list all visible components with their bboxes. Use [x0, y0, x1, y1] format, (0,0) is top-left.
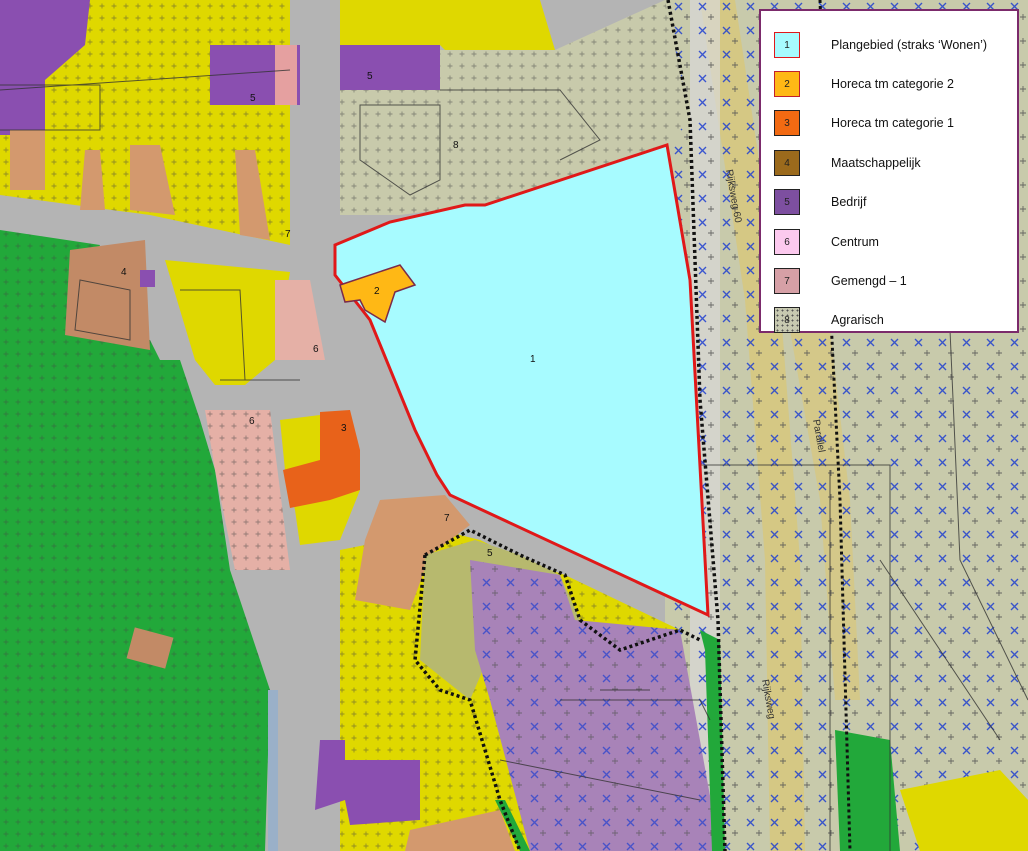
maatsch-w [65, 240, 150, 350]
zone-number: 5 [367, 71, 373, 82]
zone-number: 2 [374, 286, 380, 297]
legend-swatch: 1 [774, 32, 800, 58]
legend-label: Bedrijf [831, 195, 867, 209]
legend-swatch: 7 [774, 268, 800, 294]
legend-label: Plangebied (straks ‘Wonen’) [831, 38, 988, 52]
blue-line [268, 690, 278, 851]
zone-number: 7 [444, 513, 450, 524]
wonen-n [340, 0, 555, 50]
zone-number: 5 [250, 93, 256, 104]
legend-label: Maatschappelijk [831, 156, 921, 170]
legend-item-horeca-1: 3 Horeca tm categorie 1 [774, 109, 954, 137]
legend-swatch: 8 [774, 307, 800, 333]
zone-number: 3 [341, 423, 347, 434]
legend-label: Agrarisch [831, 313, 884, 327]
legend-swatch: 3 [774, 110, 800, 136]
legend-item-maatschappelijk: 4 Maatschappelijk [774, 149, 921, 177]
legend-swatch: 5 [774, 189, 800, 215]
legend-item-bedrijf: 5 Bedrijf [774, 188, 866, 216]
legend-label: Centrum [831, 235, 879, 249]
legend-item-gemengd: 7 Gemengd – 1 [774, 267, 907, 295]
gemengd-nw [275, 45, 297, 105]
zone-number: 4 [121, 267, 127, 278]
legend-item-agrarisch: 8 Agrarisch [774, 306, 884, 334]
legend-label: Horeca tm categorie 1 [831, 116, 954, 130]
bedrijf-small [140, 270, 155, 287]
legend-item-horeca-2: 2 Horeca tm categorie 2 [774, 70, 954, 98]
legend-label: Horeca tm categorie 2 [831, 77, 954, 91]
zone-number: 6 [249, 416, 255, 427]
zone-number: 6 [313, 344, 319, 355]
bedrijf-n [340, 45, 440, 90]
zone-number: 5 [487, 548, 493, 559]
legend-swatch: 2 [774, 71, 800, 97]
legend-item-plangebied: 1 Plangebied (straks ‘Wonen’) [774, 31, 987, 59]
legend-item-centrum: 6 Centrum [774, 228, 879, 256]
legend-label: Gemengd – 1 [831, 274, 907, 288]
legend-swatch: 6 [774, 229, 800, 255]
legend-swatch: 4 [774, 150, 800, 176]
map-legend: 1 Plangebied (straks ‘Wonen’) 2 Horeca t… [759, 9, 1019, 333]
zone-number: 1 [530, 354, 536, 365]
zone-number: 8 [453, 140, 459, 151]
map-viewer: Rijksweg 60 Parallel Rijksweg 1 2 3 4 5 … [0, 0, 1028, 851]
zone-number: 7 [285, 229, 291, 240]
